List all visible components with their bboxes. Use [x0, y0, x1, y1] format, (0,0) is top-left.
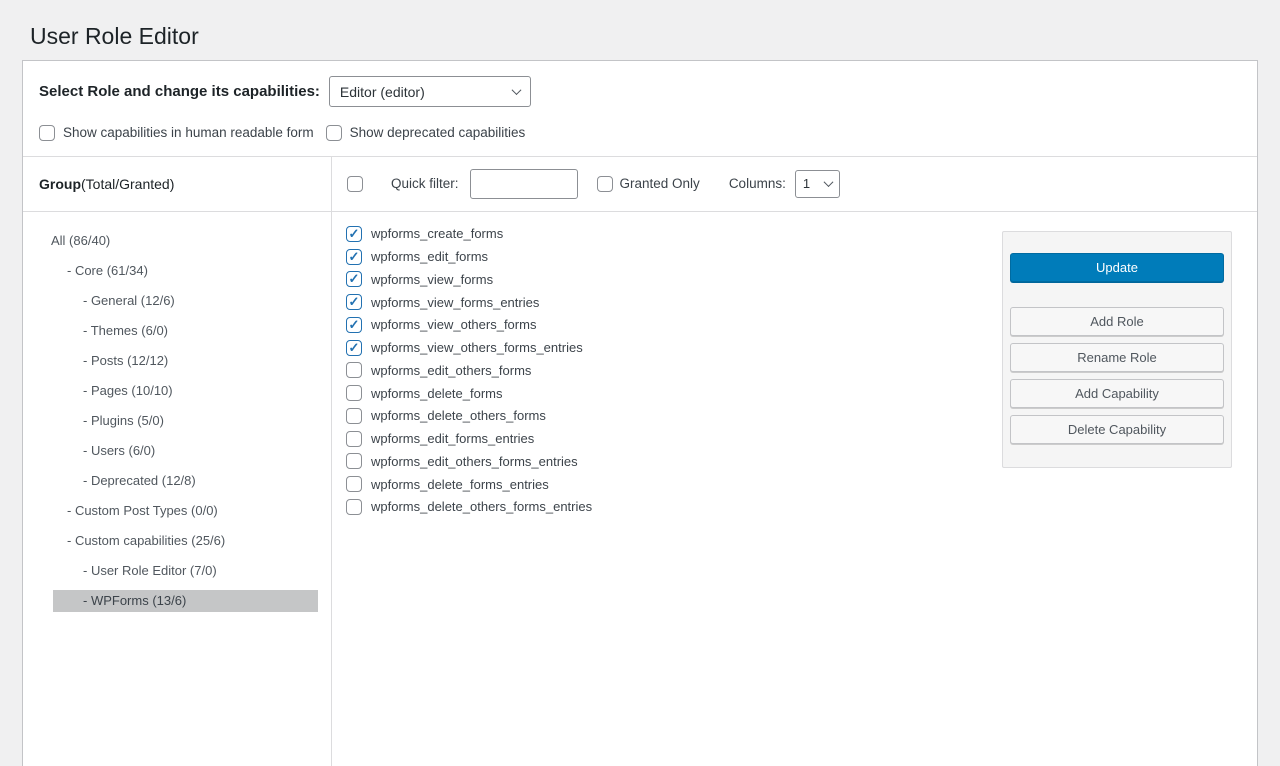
granted-only-checkbox[interactable]	[597, 176, 613, 192]
group-tree-item[interactable]: - Custom capabilities (25/6)	[23, 526, 331, 556]
capability-label: wpforms_edit_forms_entries	[371, 431, 534, 446]
group-tree-item[interactable]: - Users (6/0)	[23, 436, 331, 466]
capability-checkbox[interactable]	[346, 385, 362, 401]
quick-filter-checkbox[interactable]	[347, 176, 363, 192]
columns-label: Columns:	[729, 176, 786, 191]
capability-checkbox[interactable]	[346, 294, 362, 310]
checkbox[interactable]	[326, 125, 342, 141]
capability-checkbox[interactable]	[346, 476, 362, 492]
group-header: Group (Total/Granted)	[23, 157, 331, 212]
action-button[interactable]: Delete Capability	[1010, 415, 1224, 444]
capability-checkbox[interactable]	[346, 431, 362, 447]
capability-checkbox[interactable]	[346, 317, 362, 333]
action-button[interactable]: Add Capability	[1010, 379, 1224, 408]
group-tree-item[interactable]: - Core (61/34)	[23, 256, 331, 286]
group-header-rest: (Total/Granted)	[81, 176, 174, 192]
role-selector-label: Select Role and change its capabilities:	[39, 83, 320, 100]
capability-row: wpforms_delete_forms_entries	[346, 473, 1257, 496]
filter-bar: Quick filter: Granted Only Columns: 1	[332, 157, 1257, 212]
capability-checkbox[interactable]	[346, 408, 362, 424]
group-tree-item[interactable]: - Themes (6/0)	[23, 316, 331, 346]
action-button[interactable]: Add Role	[1010, 307, 1224, 336]
group-header-bold: Group	[39, 176, 81, 192]
quick-filter-label: Quick filter:	[391, 176, 459, 191]
user-role-editor-panel: Select Role and change its capabilities:…	[22, 60, 1258, 766]
capability-label: wpforms_view_forms	[371, 272, 493, 287]
capability-label: wpforms_delete_forms	[371, 386, 503, 401]
columns-select-value: 1	[803, 176, 810, 191]
quick-filter-input[interactable]	[470, 169, 578, 199]
capability-label: wpforms_edit_others_forms_entries	[371, 454, 578, 469]
capability-label: wpforms_delete_forms_entries	[371, 477, 549, 492]
group-tree-item[interactable]: - Plugins (5/0)	[23, 406, 331, 436]
capabilities-column: Quick filter: Granted Only Columns: 1 wp…	[332, 157, 1257, 766]
capability-checkbox[interactable]	[346, 249, 362, 265]
role-selector-row: Select Role and change its capabilities:…	[23, 61, 1257, 108]
capability-checkbox[interactable]	[346, 271, 362, 287]
group-tree-item[interactable]: - WPForms (13/6)	[53, 590, 318, 612]
capability-checkbox[interactable]	[346, 362, 362, 378]
groups-column: Group (Total/Granted) All (86/40) - Core…	[23, 157, 332, 766]
action-button[interactable]: Update	[1010, 253, 1224, 282]
capability-label: wpforms_edit_others_forms	[371, 363, 531, 378]
group-tree-item[interactable]: All (86/40)	[23, 226, 331, 256]
capability-row: wpforms_delete_others_forms_entries	[346, 496, 1257, 519]
capability-checkbox[interactable]	[346, 340, 362, 356]
option-label: Show deprecated capabilities	[350, 125, 526, 140]
capability-checkbox[interactable]	[346, 226, 362, 242]
chevron-down-icon	[823, 177, 833, 187]
granted-only-label[interactable]: Granted Only	[620, 176, 700, 191]
group-tree-item[interactable]: - Pages (10/10)	[23, 376, 331, 406]
role-select[interactable]: Editor (editor)	[329, 76, 531, 107]
checkbox[interactable]	[39, 125, 55, 141]
group-tree-item[interactable]: - General (12/6)	[23, 286, 331, 316]
capability-label: wpforms_edit_forms	[371, 249, 488, 264]
columns-select[interactable]: 1	[795, 170, 840, 198]
capability-label: wpforms_create_forms	[371, 226, 503, 241]
group-tree-item[interactable]: - User Role Editor (7/0)	[23, 556, 331, 586]
page-title: User Role Editor	[0, 0, 1280, 60]
capability-label: wpforms_delete_others_forms	[371, 408, 546, 423]
action-button[interactable]: Rename Role	[1010, 343, 1224, 372]
group-tree: All (86/40) - Core (61/34) - General (12…	[23, 212, 331, 612]
group-tree-item[interactable]: - Posts (12/12)	[23, 346, 331, 376]
body-grid: Group (Total/Granted) All (86/40) - Core…	[23, 157, 1257, 766]
option-checkbox-row[interactable]: Show deprecated capabilities	[326, 125, 526, 141]
options-row: Show capabilities in human readable form…	[23, 108, 1257, 157]
capability-label: wpforms_delete_others_forms_entries	[371, 499, 592, 514]
chevron-down-icon	[511, 85, 521, 95]
option-label: Show capabilities in human readable form	[63, 125, 314, 140]
capability-checkbox[interactable]	[346, 499, 362, 515]
capability-label: wpforms_view_forms_entries	[371, 295, 539, 310]
capabilities-content: wpforms_create_forms wpforms_edit_forms …	[332, 212, 1257, 766]
group-tree-item[interactable]: - Deprecated (12/8)	[23, 466, 331, 496]
group-tree-item[interactable]: - Custom Post Types (0/0)	[23, 496, 331, 526]
role-select-value: Editor (editor)	[340, 84, 425, 100]
option-checkbox-row[interactable]: Show capabilities in human readable form	[39, 125, 314, 141]
actions-panel: Update Add Role Rename Role Add Capabili…	[1002, 231, 1232, 468]
capability-label: wpforms_view_others_forms_entries	[371, 340, 583, 355]
capability-checkbox[interactable]	[346, 453, 362, 469]
capability-label: wpforms_view_others_forms	[371, 317, 536, 332]
